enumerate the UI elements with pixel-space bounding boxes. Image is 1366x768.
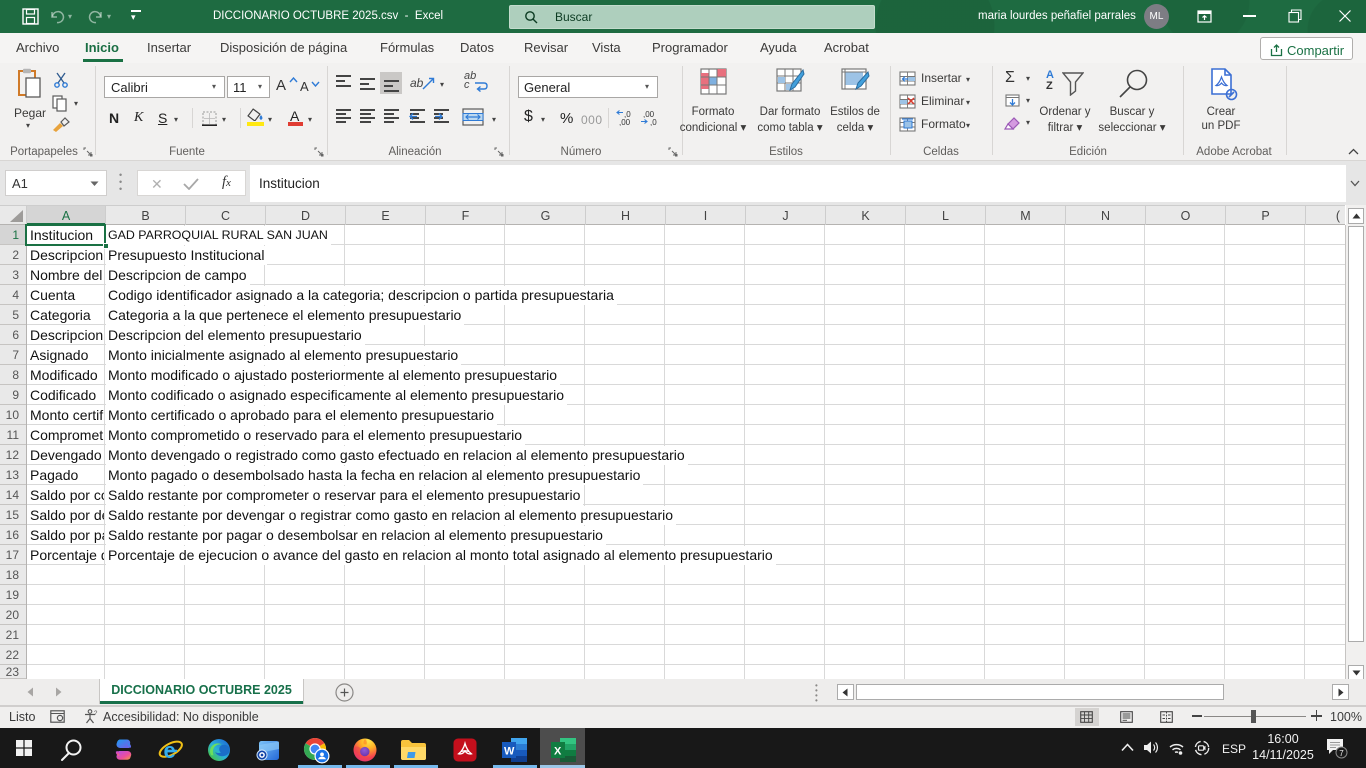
svg-text:7: 7 [1339,749,1344,758]
svg-text:,0: ,0 [650,118,657,126]
svg-text:,00: ,00 [619,118,631,126]
svg-text:W: W [504,746,515,758]
svg-text:X: X [554,746,562,758]
svg-text:?: ? [94,711,98,717]
